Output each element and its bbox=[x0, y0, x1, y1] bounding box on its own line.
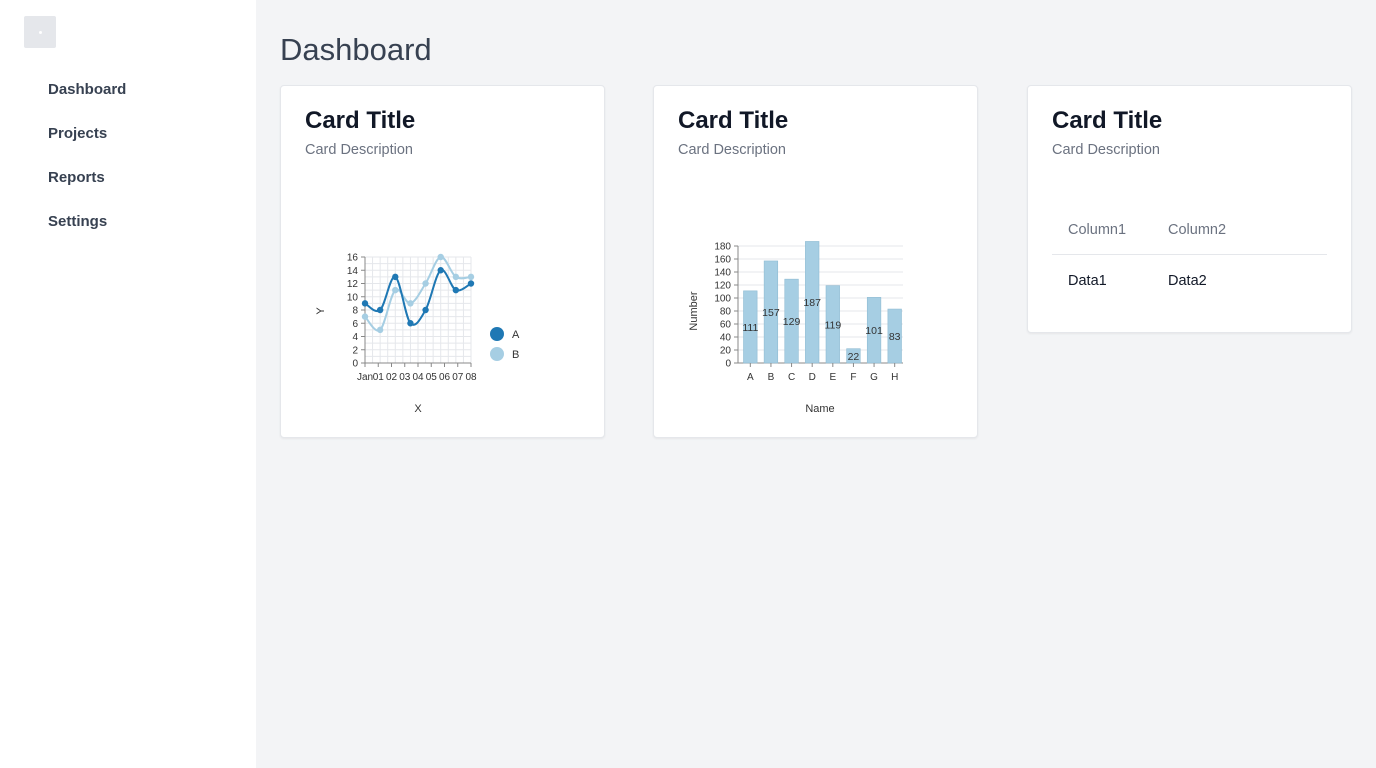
y-tick-label: 140 bbox=[714, 268, 731, 279]
data-point-A bbox=[422, 306, 429, 314]
data-point-A bbox=[407, 320, 414, 327]
legend-label: A bbox=[512, 329, 520, 341]
data-point-B bbox=[361, 313, 369, 320]
table-cell: Data1 bbox=[1068, 273, 1107, 289]
card-bar-chart: Card Title Card Description 0 20 40 60 80 100… bbox=[653, 85, 978, 438]
sidebar-item-reports[interactable]: Reports bbox=[0, 160, 256, 204]
y-tick-label: 20 bbox=[720, 346, 732, 357]
x-tick-label: 02 bbox=[386, 372, 398, 383]
data-point-A bbox=[467, 280, 475, 287]
bar-chart: 0 20 40 60 80 100 120 140 160 180 111 A 157 B 129 C 187 D… bbox=[688, 241, 903, 415]
y-tick-label: 60 bbox=[720, 320, 732, 331]
y-tick-label: 40 bbox=[720, 333, 732, 344]
sidebar-item-dashboard[interactable]: Dashboard bbox=[0, 72, 256, 116]
y-tick-label: 2 bbox=[352, 345, 358, 356]
table-cell: Data2 bbox=[1168, 273, 1207, 289]
legend-swatch-A bbox=[490, 327, 504, 341]
card-description: Card Description bbox=[1052, 142, 1160, 158]
legend-label: B bbox=[512, 349, 519, 361]
y-tick-label: 0 bbox=[352, 359, 358, 370]
data-point-B bbox=[437, 253, 444, 261]
y-tick-label: 180 bbox=[714, 242, 731, 253]
x-tick-label: 03 bbox=[399, 372, 411, 383]
data-point-A bbox=[361, 300, 369, 307]
card-title: Card Title bbox=[1052, 107, 1163, 134]
y-tick-label: 12 bbox=[347, 279, 359, 290]
data-point-A bbox=[376, 306, 384, 314]
y-tick-label: 4 bbox=[352, 332, 358, 343]
data-label: 83 bbox=[889, 331, 901, 343]
data-point-A bbox=[437, 267, 444, 274]
x-axis-title: Name bbox=[805, 403, 834, 415]
x-tick-label: C bbox=[788, 372, 795, 383]
sidebar-item-projects[interactable]: Projects bbox=[0, 116, 256, 160]
x-tick-label: B bbox=[768, 372, 775, 383]
data-point-B bbox=[392, 286, 399, 294]
data-point-B bbox=[422, 280, 429, 287]
data-point-B bbox=[452, 273, 460, 281]
data-label: 187 bbox=[803, 297, 821, 309]
x-tick-label: D bbox=[809, 372, 816, 383]
legend-swatch-B bbox=[490, 347, 504, 361]
card-line-chart: Card Title Card Description 0 2 4 6 8 10 12 14 1… bbox=[280, 85, 605, 438]
y-tick-label: 160 bbox=[714, 255, 731, 266]
x-tick-label: G bbox=[870, 372, 878, 383]
x-tick-label: 06 bbox=[439, 372, 451, 383]
data-point-A bbox=[452, 286, 460, 294]
y-tick-label: 0 bbox=[725, 359, 731, 370]
x-axis-title: X bbox=[414, 403, 422, 415]
x-tick-label: Jan bbox=[357, 372, 373, 383]
column-header[interactable]: Column1 bbox=[1052, 212, 1152, 255]
data-label: 129 bbox=[783, 316, 801, 328]
x-tick-label: H bbox=[891, 372, 898, 383]
data-point-A bbox=[392, 273, 399, 281]
column-header[interactable]: Column2 bbox=[1152, 212, 1327, 255]
card-table: Card Title Card Description Column1 Colu… bbox=[1027, 85, 1352, 333]
data-label: 111 bbox=[742, 322, 758, 334]
data-label: 101 bbox=[865, 325, 883, 337]
data-label: 157 bbox=[762, 307, 780, 319]
x-tick-label: 08 bbox=[465, 372, 477, 383]
sidebar: Dashboard Projects Reports Settings bbox=[0, 0, 256, 768]
y-tick-label: 120 bbox=[714, 281, 731, 292]
data-label: 22 bbox=[848, 351, 860, 363]
data-point-B bbox=[376, 326, 384, 334]
main-content: Dashboard Card Title Card Description 02… bbox=[256, 0, 1376, 768]
y-axis-title: Y bbox=[315, 307, 327, 315]
y-tick-label: 100 bbox=[714, 294, 731, 305]
y-tick-label: 6 bbox=[352, 319, 358, 330]
line-chart: 0246810121416Jan 01 02 03 04 05 06 07 08XYAB bbox=[315, 253, 520, 416]
data-point-B bbox=[407, 300, 414, 307]
y-tick-label: 80 bbox=[720, 307, 732, 318]
page-title: Dashboard bbox=[280, 32, 432, 67]
y-tick-label: 10 bbox=[347, 292, 359, 303]
x-tick-label: 01 bbox=[373, 372, 385, 383]
data-point-B bbox=[467, 273, 475, 281]
y-tick-label: 14 bbox=[347, 266, 359, 277]
y-axis-title: Number bbox=[688, 291, 700, 330]
logo-dot-icon bbox=[38, 30, 42, 34]
x-tick-label: E bbox=[829, 372, 836, 383]
logo[interactable] bbox=[24, 16, 56, 48]
table-row: Data1 Data2 bbox=[1052, 255, 1327, 308]
sidebar-nav: Dashboard Projects Reports Settings bbox=[0, 72, 256, 248]
x-tick-label: 04 bbox=[412, 372, 424, 383]
x-tick-label: 05 bbox=[426, 372, 438, 383]
data-label: 119 bbox=[824, 319, 841, 331]
sidebar-item-settings[interactable]: Settings bbox=[0, 204, 256, 248]
x-tick-label: A bbox=[747, 372, 754, 383]
data-table: Column1 Column2 Data1 Data2 bbox=[1052, 212, 1327, 307]
x-tick-label: 07 bbox=[452, 372, 464, 383]
x-tick-label: F bbox=[850, 372, 856, 383]
y-tick-label: 16 bbox=[347, 253, 359, 264]
y-tick-label: 8 bbox=[352, 306, 358, 317]
table-header-row: Column1 Column2 bbox=[1052, 212, 1327, 255]
